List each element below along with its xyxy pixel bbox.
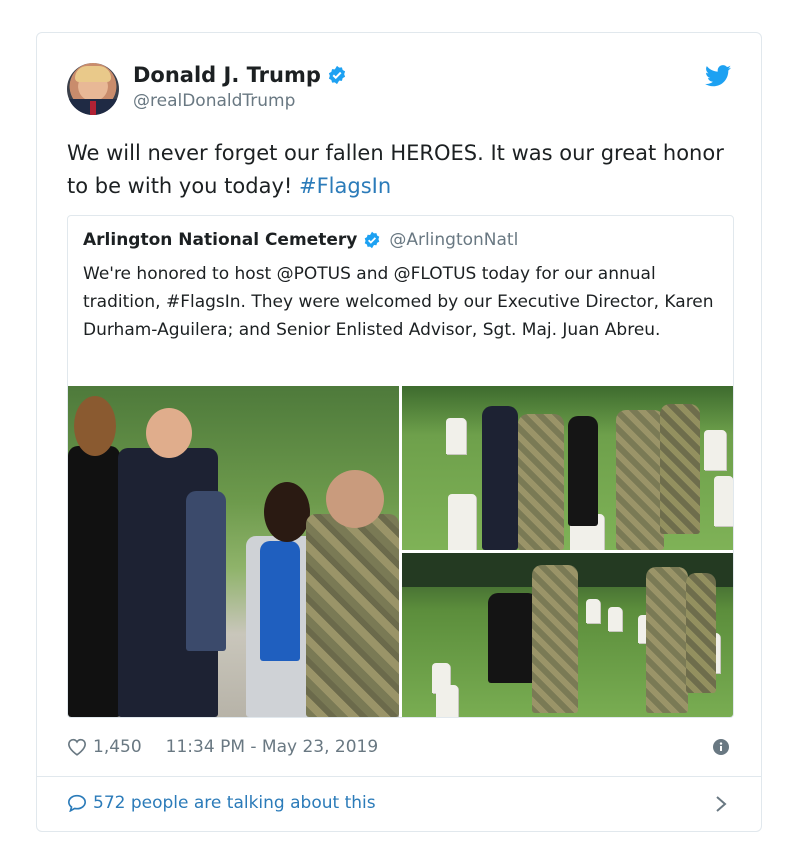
heart-icon[interactable] bbox=[67, 738, 87, 756]
tweet-meta: 1,450 11:34 PM - May 23, 2019 bbox=[67, 737, 378, 757]
tweet-text: We will never forget our fallen HEROES. … bbox=[67, 137, 737, 203]
info-icon[interactable] bbox=[713, 739, 729, 755]
divider bbox=[37, 776, 761, 777]
figure-head bbox=[264, 482, 310, 542]
figure-soldier bbox=[518, 414, 564, 550]
figure-background-person bbox=[186, 491, 226, 651]
figure-blue-top bbox=[260, 541, 300, 661]
speech-bubble-icon bbox=[67, 794, 87, 812]
headstone bbox=[704, 430, 726, 470]
figure-soldier bbox=[660, 404, 700, 534]
talking-count-text[interactable]: 572 people are talking about this bbox=[93, 793, 376, 813]
figure-soldier bbox=[616, 410, 664, 550]
headstone bbox=[586, 599, 600, 623]
figure-head bbox=[146, 408, 192, 458]
figure-soldier bbox=[532, 565, 578, 713]
figure-soldier bbox=[686, 573, 716, 693]
photo-greeting[interactable] bbox=[68, 386, 399, 717]
quoted-header: Arlington National Cemetery @ArlingtonNa… bbox=[83, 230, 518, 250]
photo-grid bbox=[68, 386, 733, 717]
author-name[interactable]: Donald J. Trump bbox=[133, 63, 321, 87]
quoted-tweet[interactable]: Arlington National Cemetery @ArlingtonNa… bbox=[67, 215, 734, 718]
figure-soldier bbox=[646, 567, 688, 713]
figure-woman bbox=[68, 446, 120, 717]
twitter-bird-icon[interactable] bbox=[705, 65, 731, 87]
hashtag-link[interactable]: #FlagsIn bbox=[299, 174, 391, 198]
figure-woman-bending bbox=[488, 593, 538, 683]
photo-placing-flags[interactable] bbox=[402, 553, 733, 717]
headstone bbox=[446, 418, 466, 454]
conversation-link[interactable]: 572 people are talking about this bbox=[67, 793, 376, 813]
photo-cemetery-group[interactable] bbox=[402, 386, 733, 550]
tweet-body: We will never forget our fallen HEROES. … bbox=[67, 141, 724, 198]
figure-soldier bbox=[306, 514, 399, 717]
quoted-text: We're honored to host @POTUS and @FLOTUS… bbox=[83, 264, 714, 340]
figure-head bbox=[326, 470, 384, 528]
headstone bbox=[608, 607, 622, 631]
tweet-card: Donald J. Trump @realDonaldTrump We will… bbox=[36, 32, 762, 832]
quoted-author-name[interactable]: Arlington National Cemetery bbox=[83, 230, 357, 250]
quoted-author-handle[interactable]: @ArlingtonNatl bbox=[389, 230, 518, 250]
figure-man-suit bbox=[482, 406, 518, 550]
tweet-timestamp[interactable]: 11:34 PM - May 23, 2019 bbox=[166, 737, 379, 757]
figure-head bbox=[74, 396, 116, 456]
verified-badge-icon bbox=[328, 65, 345, 85]
avatar-tie bbox=[90, 101, 96, 115]
author-name-row: Donald J. Trump bbox=[133, 63, 347, 87]
figure-woman bbox=[568, 416, 598, 526]
headstone bbox=[448, 494, 476, 550]
verified-badge-icon bbox=[365, 231, 380, 249]
headstone bbox=[436, 685, 458, 717]
chevron-right-icon[interactable] bbox=[715, 795, 727, 813]
avatar-hair bbox=[75, 66, 111, 82]
author-avatar[interactable] bbox=[67, 63, 119, 115]
like-count[interactable]: 1,450 bbox=[93, 737, 142, 757]
headstone bbox=[714, 476, 733, 526]
author-handle[interactable]: @realDonaldTrump bbox=[133, 91, 295, 111]
